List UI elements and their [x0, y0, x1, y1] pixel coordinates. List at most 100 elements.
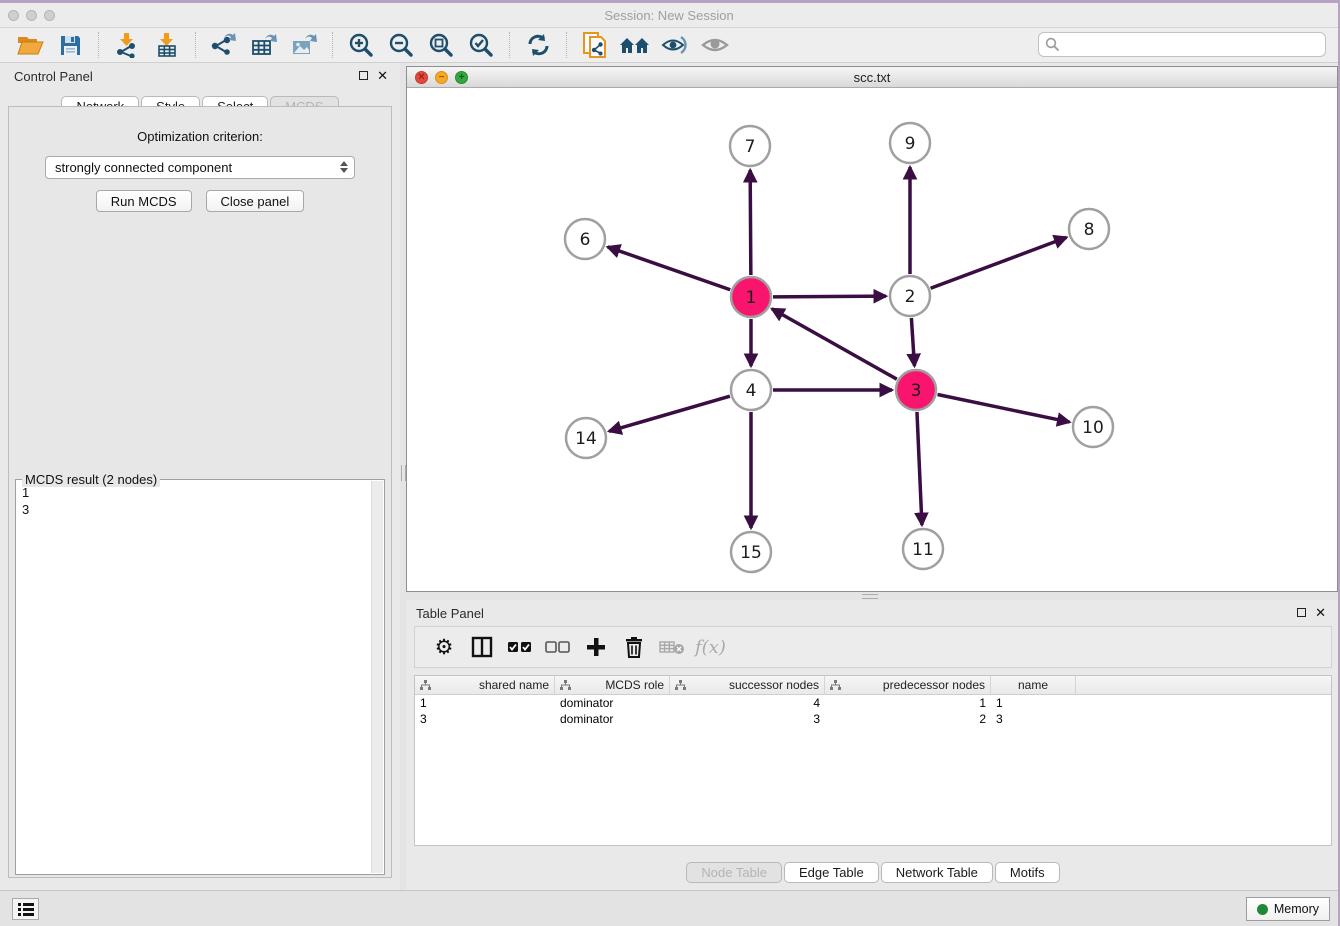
float-panel-icon[interactable]: [1297, 608, 1306, 617]
column-header-shared-name[interactable]: shared name: [415, 676, 555, 694]
show-all-button[interactable]: [698, 30, 732, 60]
graph-node-label: 2: [905, 287, 916, 307]
run-mcds-button[interactable]: Run MCDS: [96, 190, 192, 212]
export-image-icon: [290, 32, 318, 58]
delete-table-button[interactable]: [657, 632, 687, 662]
close-panel-icon[interactable]: ✕: [377, 70, 388, 81]
network-graph[interactable]: 7 9 6 8 1 2 4 3 14 10 15 11: [407, 88, 1339, 592]
graph-node-label: 1: [746, 288, 757, 308]
import-network-button[interactable]: [110, 30, 144, 60]
search-input[interactable]: [1038, 32, 1326, 57]
import-table-button[interactable]: [150, 30, 184, 60]
cell-predecessor-nodes[interactable]: 1: [825, 695, 991, 711]
zoom-in-button[interactable]: [344, 30, 378, 60]
memory-button[interactable]: Memory: [1246, 897, 1330, 921]
graph-edge-1-6[interactable]: [608, 247, 731, 290]
graph-edge-4-14[interactable]: [609, 396, 730, 431]
cell-shared-name[interactable]: 3: [415, 711, 555, 727]
column-header-predecessor-nodes[interactable]: predecessor nodes: [825, 676, 991, 694]
table-row[interactable]: 3dominator323: [415, 711, 1331, 727]
cell-name[interactable]: 1: [991, 695, 1076, 711]
network-document-icon: [582, 31, 608, 59]
cell-predecessor-nodes[interactable]: 2: [825, 711, 991, 727]
search-icon: [1045, 37, 1060, 52]
cell-shared-name[interactable]: 1: [415, 695, 555, 711]
cell-MCDS-role[interactable]: dominator: [555, 695, 670, 711]
column-type-icon: [675, 680, 686, 691]
add-column-button[interactable]: [581, 632, 611, 662]
unselect-all-button[interactable]: [543, 632, 573, 662]
node-table[interactable]: shared nameMCDS rolesuccessor nodesprede…: [414, 675, 1332, 846]
graph-edge-2-3[interactable]: [911, 318, 914, 366]
tab-network-table[interactable]: Network Table: [881, 862, 993, 883]
export-image-button[interactable]: [287, 30, 321, 60]
toolbar-separator: [509, 32, 510, 58]
graph-node-8[interactable]: 8: [1069, 209, 1109, 249]
cell-name[interactable]: 3: [991, 711, 1076, 727]
save-session-button[interactable]: [53, 30, 87, 60]
cell-successor-nodes[interactable]: 3: [670, 711, 825, 727]
task-history-button[interactable]: [12, 898, 39, 920]
delete-column-button[interactable]: [619, 632, 649, 662]
horizontal-splitter[interactable]: [406, 592, 1340, 600]
export-network-button[interactable]: [207, 30, 241, 60]
graph-node-10[interactable]: 10: [1073, 407, 1113, 447]
column-type-icon: [420, 680, 431, 691]
zoom-fit-button[interactable]: [424, 30, 458, 60]
graph-node-15[interactable]: 15: [731, 532, 771, 572]
column-browser-button[interactable]: [467, 632, 497, 662]
graph-node-3[interactable]: 3: [896, 370, 936, 410]
table-options-button[interactable]: ⚙: [429, 632, 459, 662]
window-top-border: [0, 0, 1338, 3]
graph-edge-1-7[interactable]: [750, 170, 751, 275]
mcds-result-line: 1: [22, 484, 370, 501]
eye-slash-icon: [661, 34, 689, 56]
cell-MCDS-role[interactable]: dominator: [555, 711, 670, 727]
graph-node-9[interactable]: 9: [890, 123, 930, 163]
tab-edge-table[interactable]: Edge Table: [784, 862, 879, 883]
result-scrollbar[interactable]: [371, 481, 383, 873]
graph-node-4[interactable]: 4: [731, 370, 771, 410]
export-table-button[interactable]: [247, 30, 281, 60]
graph-node-14[interactable]: 14: [566, 418, 606, 458]
home-neighbors-button[interactable]: [618, 30, 652, 60]
graph-edge-3-10[interactable]: [938, 395, 1070, 423]
houses-icon: [619, 34, 651, 56]
open-session-button[interactable]: [13, 30, 47, 60]
unchecked-boxes-icon: [545, 641, 571, 653]
mcds-panel: Optimization criterion: strongly connect…: [8, 106, 392, 878]
graph-edge-3-11[interactable]: [917, 412, 922, 525]
table-row[interactable]: 1dominator411: [415, 695, 1331, 711]
cell-successor-nodes[interactable]: 4: [670, 695, 825, 711]
zoom-selected-button[interactable]: [464, 30, 498, 60]
graph-node-label: 8: [1084, 220, 1095, 240]
graph-node-11[interactable]: 11: [903, 529, 943, 569]
network-canvas[interactable]: 7 9 6 8 1 2 4 3 14 10 15 11: [407, 88, 1337, 591]
graph-node-label: 3: [911, 381, 922, 401]
refresh-button[interactable]: [521, 30, 555, 60]
optimization-criterion-label: Optimization criterion:: [9, 129, 391, 144]
column-header-MCDS-role[interactable]: MCDS role: [555, 676, 670, 694]
graph-edge-2-8[interactable]: [931, 237, 1067, 288]
hide-selected-button[interactable]: [658, 30, 692, 60]
select-all-button[interactable]: [505, 632, 535, 662]
graph-edge-3-1[interactable]: [772, 309, 897, 379]
graph-node-1[interactable]: 1: [731, 277, 771, 317]
graph-node-2[interactable]: 2: [890, 276, 930, 316]
column-header-name[interactable]: name: [991, 676, 1076, 694]
graph-edge-1-2[interactable]: [773, 296, 886, 297]
graph-node-label: 9: [905, 134, 916, 154]
new-network-from-selection-button[interactable]: [578, 30, 612, 60]
tab-motifs[interactable]: Motifs: [995, 862, 1060, 883]
graph-node-7[interactable]: 7: [730, 126, 770, 166]
function-builder-button[interactable]: f(x): [695, 632, 726, 662]
column-header-successor-nodes[interactable]: successor nodes: [670, 676, 825, 694]
zoom-out-button[interactable]: [384, 30, 418, 60]
close-panel-icon[interactable]: ✕: [1315, 607, 1326, 618]
tab-node-table[interactable]: Node Table: [686, 862, 782, 883]
graph-node-label: 4: [746, 381, 757, 401]
graph-node-6[interactable]: 6: [565, 219, 605, 259]
optimization-criterion-select[interactable]: strongly connected component: [45, 156, 355, 179]
close-panel-button[interactable]: Close panel: [206, 190, 305, 212]
float-panel-icon[interactable]: [359, 71, 368, 80]
